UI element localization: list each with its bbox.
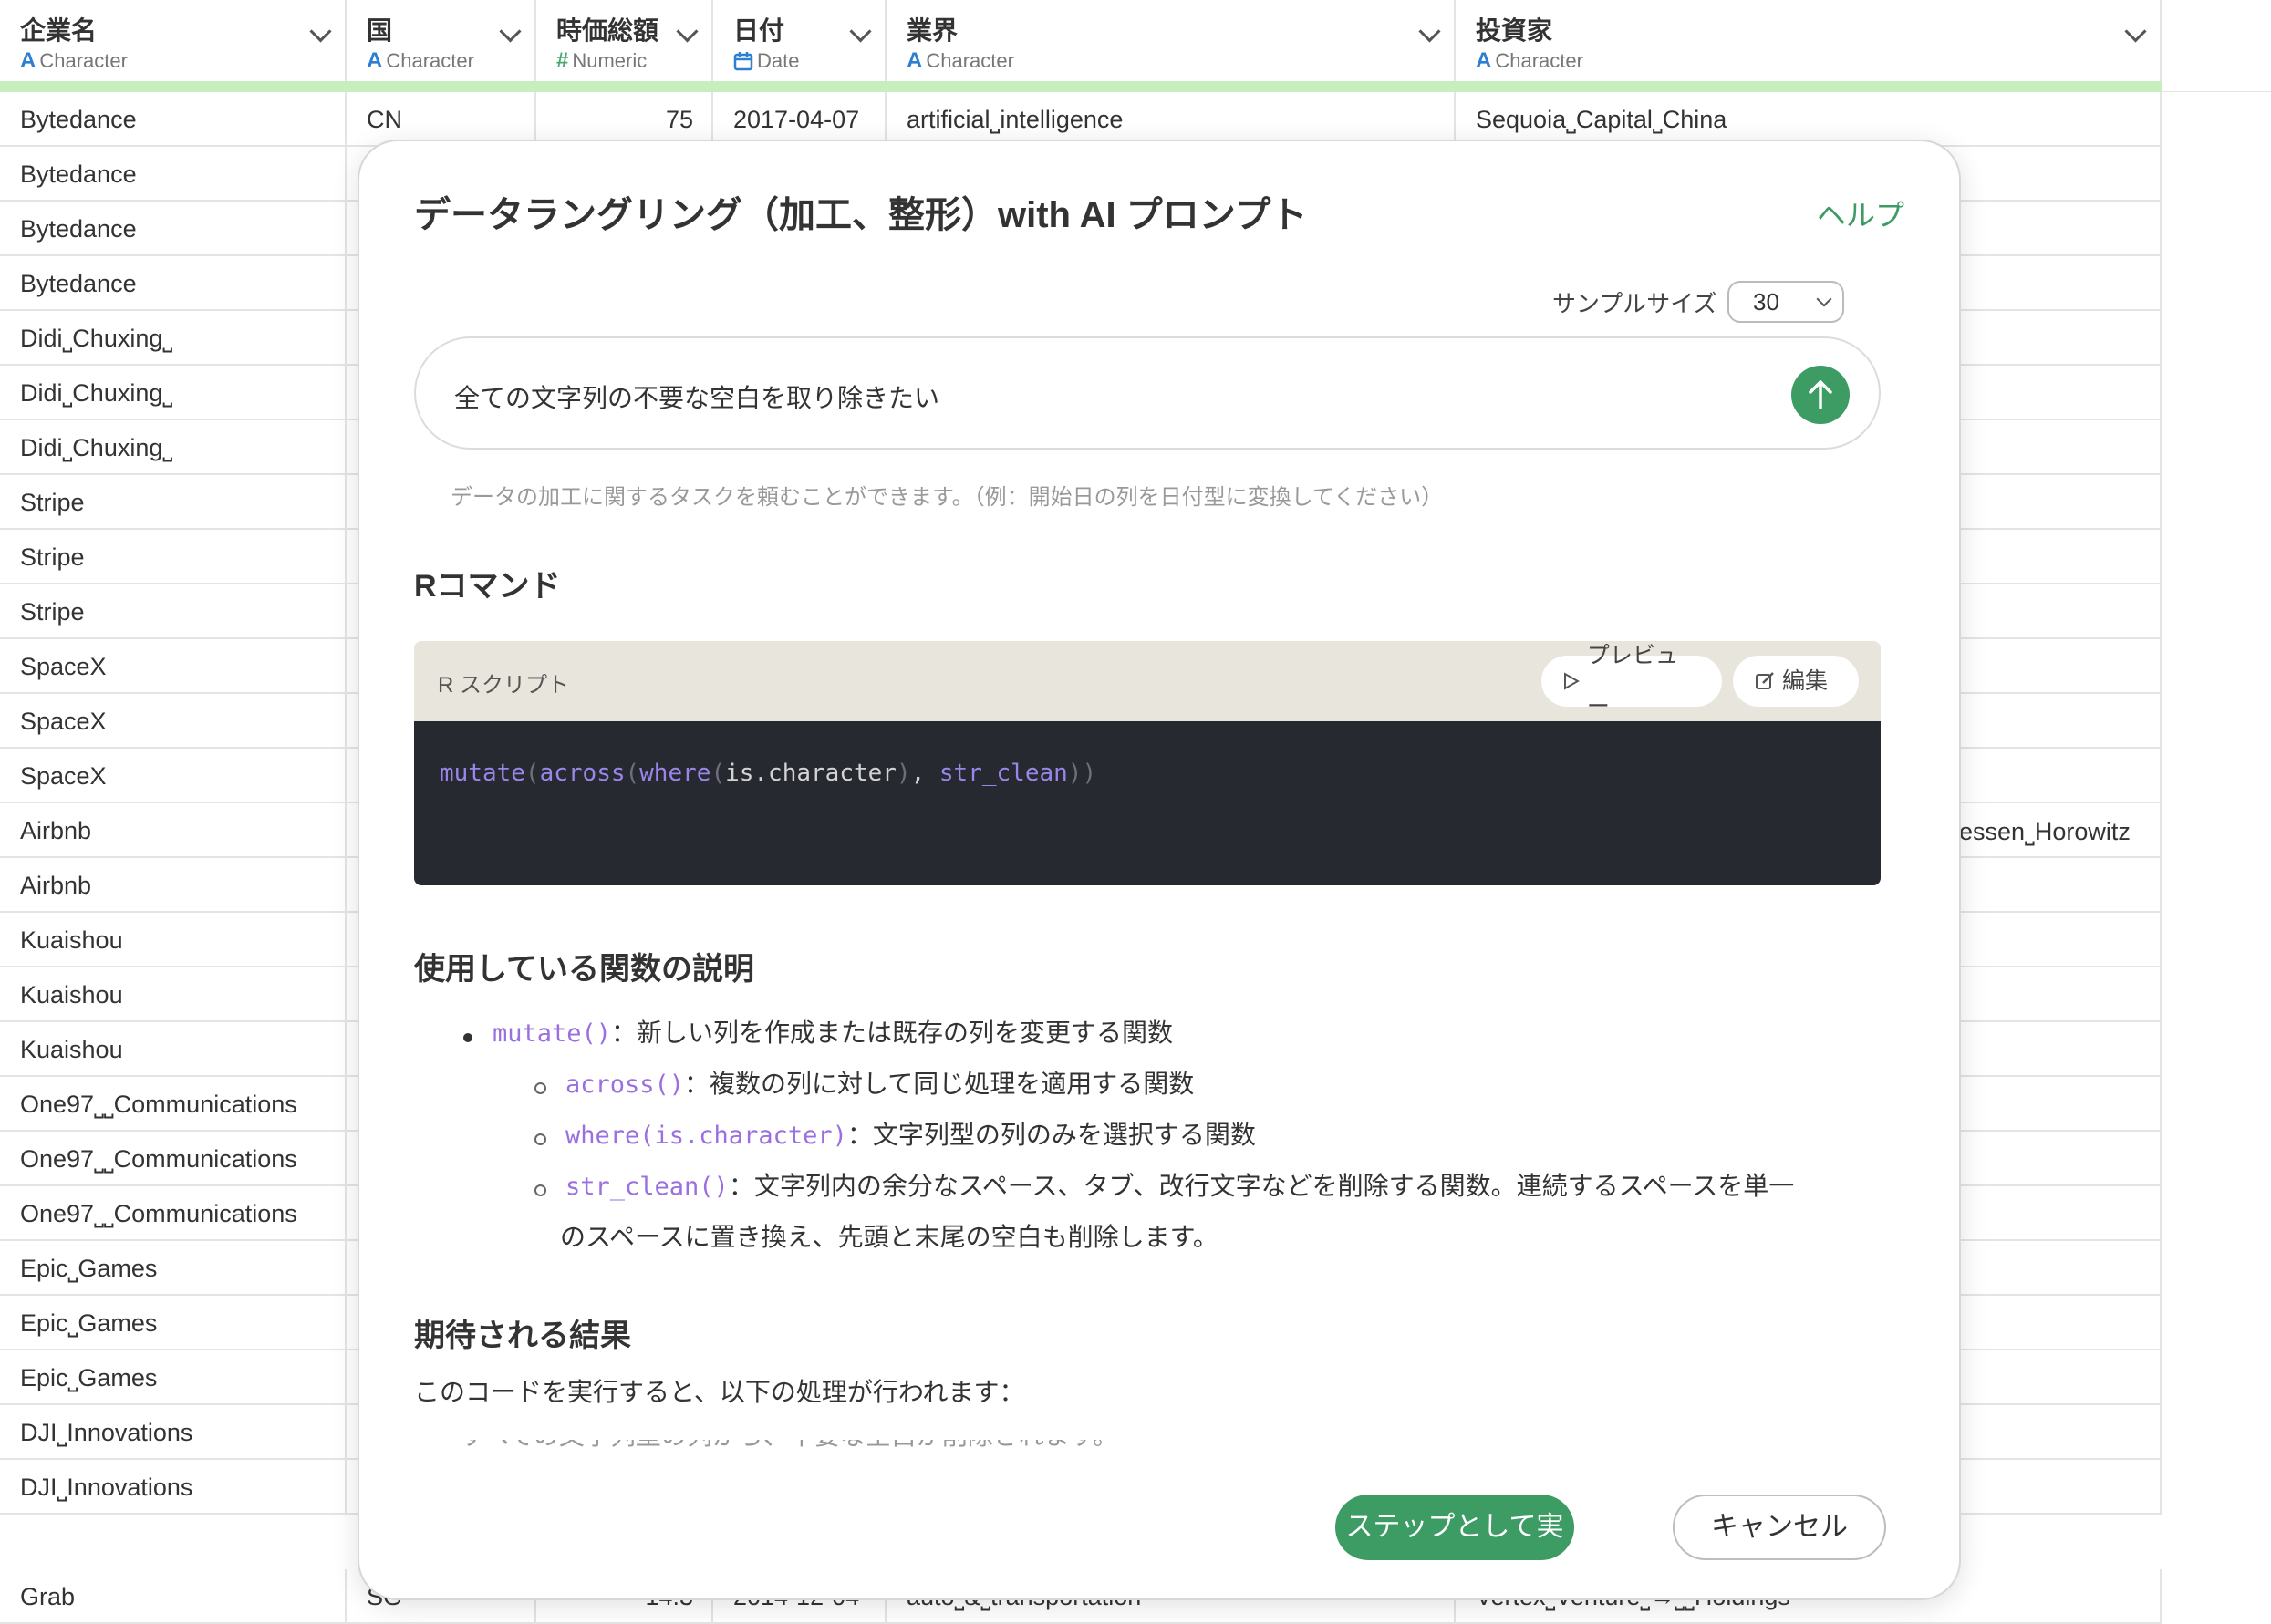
- send-button[interactable]: [1791, 366, 1850, 424]
- column-name: 日付: [733, 16, 785, 45]
- function-item: across()：複数の列に対して同じ処理を適用する関数: [565, 1070, 1195, 1099]
- r-script-label: R スクリプト: [438, 673, 569, 698]
- table-cell[interactable]: Bytedance: [0, 256, 347, 311]
- column-type: A Character: [20, 48, 128, 73]
- dialog-title: データラングリング（加工、整形）with AI プロンプト: [414, 195, 1308, 235]
- table-row: Bytedance CN 75 2017-04-07 artificial⎵in…: [0, 92, 2162, 147]
- table-cell[interactable]: essen⎵Horowitz: [1959, 815, 2131, 848]
- table-cell[interactable]: Airbnb: [0, 803, 347, 858]
- table-cell[interactable]: Bytedance: [0, 92, 347, 147]
- play-icon: [1563, 672, 1580, 690]
- run-as-step-button[interactable]: ステップとして実行: [1335, 1495, 1574, 1598]
- column-type: Date: [733, 47, 866, 75]
- table-cell[interactable]: Bytedance: [0, 202, 347, 256]
- function-item: mutate()：新しい列を作成または既存の列を変更する関数: [493, 1019, 1174, 1048]
- sub-bullet: [534, 1133, 546, 1145]
- table-cell[interactable]: Epic⎵Games: [0, 1296, 347, 1350]
- expected-text-cutoff: すべての文字列型の列から、不要な空白が削除されます。: [460, 1440, 1372, 1453]
- table-cell[interactable]: Kuaishou: [0, 967, 347, 1022]
- column-header-market-cap[interactable]: 時価総額 # Numeric: [536, 0, 713, 82]
- header-status-bar: [0, 81, 2162, 92]
- sub-bullet: [534, 1184, 546, 1196]
- table-cell[interactable]: Kuaishou: [0, 913, 347, 967]
- column-header-industry[interactable]: 業界 A Character: [887, 0, 1456, 82]
- code-block[interactable]: mutate(across(where(is.character), str_c…: [414, 721, 1881, 885]
- table-cell[interactable]: Stripe: [0, 584, 347, 639]
- column-header-company[interactable]: 企業名 A Character: [0, 0, 347, 82]
- bullet: [463, 1033, 472, 1042]
- table-cell[interactable]: 2017-04-07: [713, 92, 887, 147]
- sub-bullet: [534, 1082, 546, 1094]
- character-type-icon: A: [367, 48, 383, 73]
- help-link[interactable]: ヘルプ: [1817, 192, 1904, 234]
- expected-heading: 期待される結果: [414, 1319, 631, 1353]
- function-item: str_clean()：文字列内の余分なスペース、タブ、改行文字などを削除する関…: [565, 1172, 1795, 1201]
- table-cell[interactable]: Stripe: [0, 475, 347, 530]
- column-type: A Character: [367, 48, 474, 73]
- sample-size-select[interactable]: 30: [1727, 281, 1844, 323]
- column-name: 時価総額: [556, 16, 659, 45]
- table-cell[interactable]: SpaceX: [0, 639, 347, 694]
- column-header-investor[interactable]: 投資家 A Character: [1456, 0, 2162, 82]
- column-name: 投資家: [1476, 16, 1553, 45]
- r-code: mutate(across(where(is.character), str_c…: [440, 760, 1097, 787]
- table-cell[interactable]: Didi⎵Chuxing⎵: [0, 366, 347, 420]
- r-command-heading: Rコマンド: [414, 569, 561, 604]
- table-cell[interactable]: artificial⎵intelligence: [887, 92, 1456, 147]
- column-header-country[interactable]: 国 A Character: [347, 0, 536, 82]
- column-type: A Character: [907, 48, 1014, 73]
- character-type-icon: A: [1476, 48, 1492, 73]
- table-cell[interactable]: DJI⎵Innovations: [0, 1460, 347, 1515]
- cancel-button[interactable]: キャンセル: [1673, 1495, 1886, 1560]
- table-cell[interactable]: Sequoia⎵Capital⎵China: [1456, 92, 2162, 147]
- table-cell[interactable]: Epic⎵Games: [0, 1350, 347, 1405]
- edit-button[interactable]: 編集: [1733, 656, 1859, 707]
- edit-icon: [1756, 672, 1774, 689]
- column-name: 業界: [907, 16, 959, 45]
- table-cell[interactable]: One97⎵⎵Communications: [0, 1186, 347, 1241]
- table-cell[interactable]: SpaceX: [0, 694, 347, 749]
- column-header-date[interactable]: 日付 Date: [713, 0, 887, 82]
- table-cell[interactable]: Kuaishou: [0, 1022, 347, 1077]
- prompt-text: 全ての文字列の不要な空白を取り除きたい: [454, 384, 940, 412]
- table-cell[interactable]: One97⎵⎵Communications: [0, 1077, 347, 1132]
- function-item: where(is.character)：文字列型の列のみを選択する関数: [565, 1121, 1256, 1150]
- column-name: 国: [367, 16, 393, 45]
- table-cell[interactable]: SpaceX: [0, 749, 347, 803]
- table-cell[interactable]: CN: [347, 92, 536, 147]
- table-cell[interactable]: DJI⎵Innovations: [0, 1405, 347, 1460]
- table-cell[interactable]: Epic⎵Games: [0, 1241, 347, 1296]
- functions-heading: 使用している関数の説明: [414, 952, 754, 987]
- prompt-input[interactable]: 全ての文字列の不要な空白を取り除きたい: [414, 336, 1881, 450]
- table-cell[interactable]: Didi⎵Chuxing⎵: [0, 311, 347, 366]
- table-cell[interactable]: Grab: [0, 1569, 347, 1624]
- table-cell[interactable]: Bytedance: [0, 147, 347, 202]
- r-script-header: R スクリプト プレビュー 編集: [414, 641, 1881, 721]
- prompt-hint: データの加工に関するタスクを頼むことができます。（例：開始日の列を日付型に変換し…: [451, 485, 1444, 510]
- grid-header: 企業名 A Character 国 A Character 時価総額 # Numeri…: [0, 0, 2162, 82]
- column-name: 企業名: [20, 16, 98, 45]
- chevron-down-icon: [1816, 291, 1832, 307]
- table-cell[interactable]: 75: [536, 92, 713, 147]
- ai-prompt-dialog: データラングリング（加工、整形）with AI プロンプト ヘルプ サンプルサイ…: [358, 140, 1961, 1600]
- preview-button[interactable]: プレビュー: [1541, 643, 1722, 719]
- numeric-type-icon: #: [556, 48, 569, 73]
- arrow-up-icon: [1809, 380, 1832, 409]
- expected-text: このコードを実行すると、以下の処理が行われます：: [414, 1378, 1025, 1406]
- table-cell[interactable]: One97⎵⎵Communications: [0, 1132, 347, 1186]
- column-type: A Character: [1476, 48, 1583, 73]
- sample-size-label: サンプルサイズ: [1552, 290, 1717, 317]
- table-cell[interactable]: Didi⎵Chuxing⎵: [0, 420, 347, 475]
- table-cell[interactable]: Airbnb: [0, 858, 347, 913]
- calendar-icon: [733, 52, 753, 71]
- character-type-icon: A: [907, 48, 923, 73]
- r-script-panel: R スクリプト プレビュー 編集 mutate(across(where(is.…: [414, 641, 1881, 885]
- function-item-continuation: のスペースに置き換え、先頭と末尾の空白も削除します。: [560, 1223, 1218, 1251]
- table-cell[interactable]: Stripe: [0, 530, 347, 584]
- column-type: # Numeric: [556, 48, 648, 73]
- character-type-icon: A: [20, 48, 36, 73]
- divider: [2162, 91, 2271, 92]
